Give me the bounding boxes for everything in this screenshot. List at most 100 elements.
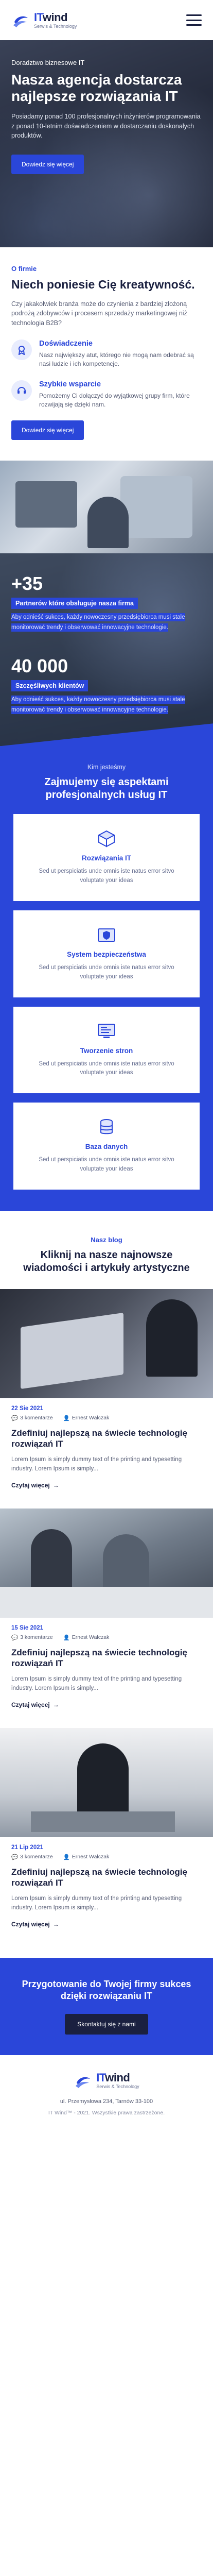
blog-post: 15 Sie 2021 💬 3 komentarze 👤 Ernest Walcza… <box>0 1508 213 1709</box>
stat-text: Aby odnieść sukces, każdy nowoczesny prz… <box>11 696 185 715</box>
read-more-link[interactable]: Czytaj więcej → <box>11 1921 59 1928</box>
service-card-text: Sed ut perspiciatis unde omnis iste natu… <box>39 1157 174 1172</box>
comments-count[interactable]: 💬 3 komentarze <box>11 1854 53 1860</box>
services-section: Kim jesteśmy Zajmujemy się aspektami pro… <box>0 746 213 1211</box>
service-card[interactable]: Tworzenie stron Sed ut perspiciatis unde… <box>13 1006 200 1094</box>
logo-name: ITwind <box>96 2071 130 2084</box>
hero-cta-button[interactable]: Dowiedz się więcej <box>11 154 84 174</box>
post-author[interactable]: 👤 Ernest Walczak <box>63 1415 110 1421</box>
about-cta-button[interactable]: Dowiedz się więcej <box>11 420 84 440</box>
user-icon: 👤 <box>63 1634 70 1641</box>
comments-count[interactable]: 💬 3 komentarze <box>11 1634 53 1641</box>
footer-logo[interactable]: ITwind Serwis & Technology <box>11 2072 202 2090</box>
feature-item: Doświadczenie Nasz największy atut, któr… <box>11 339 202 369</box>
stat-text: Aby odnieść sukces, każdy nowoczesny prz… <box>11 613 185 632</box>
hero-text: Posiadamy ponad 100 profesjonalnych inży… <box>11 113 201 139</box>
post-image[interactable] <box>0 1508 213 1618</box>
shield-icon <box>94 925 119 945</box>
hamburger-icon[interactable] <box>186 14 202 26</box>
blog-section: Nasz blog Kliknij na nasze najnowsze wia… <box>0 1211 213 1958</box>
comment-icon: 💬 <box>11 1634 19 1641</box>
hero-section: Doradztwo biznesowe IT Nasza agencja dos… <box>0 40 213 247</box>
office-photo <box>0 461 213 554</box>
comment-icon: 💬 <box>11 1854 19 1860</box>
cta-section: Przygotowanie do Twojej firmy sukces dzi… <box>0 1957 213 2055</box>
service-card-title: Tworzenie stron <box>80 1046 133 1055</box>
service-card-text: Sed ut perspiciatis unde omnis iste natu… <box>39 964 174 980</box>
stat-block: +35 Partnerów które obsługuje nasza firm… <box>11 573 202 633</box>
support-icon <box>11 380 32 401</box>
service-card-title: Baza danych <box>85 1143 128 1151</box>
feature-title: Szybkie wsparcie <box>39 380 101 388</box>
cube-icon <box>94 828 119 849</box>
user-icon: 👤 <box>63 1415 70 1421</box>
medal-icon <box>11 339 32 360</box>
stat-label: Partnerów które obsługuje nasza firma <box>11 598 138 609</box>
comments-count[interactable]: 💬 3 komentarze <box>11 1415 53 1421</box>
stat-number: +35 <box>11 573 43 595</box>
post-date: 22 Sie 2021 <box>11 1405 44 1412</box>
feature-text: Pomożemy Ci dołączyć do wyjątkowej grupy… <box>39 392 190 409</box>
blog-kicker: Nasz blog <box>91 1235 122 1244</box>
feature-text: Nasz największy atut, którego nie mogą n… <box>39 351 194 368</box>
stats-section: +35 Partnerów które obsługuje nasza firm… <box>0 553 213 747</box>
post-meta: 💬 3 komentarze 👤 Ernest Walczak <box>11 1415 202 1421</box>
about-title: Niech poniesie Cię kreatywność. <box>11 278 195 291</box>
logo[interactable]: ITwind Serwis & Technology <box>11 11 77 29</box>
services-kicker: Kim jesteśmy <box>87 764 126 771</box>
post-title[interactable]: Zdefiniuj najlepszą na świecie technolog… <box>11 1428 202 1450</box>
post-title[interactable]: Zdefiniuj najlepszą na świecie technolog… <box>11 1867 202 1889</box>
read-more-link[interactable]: Czytaj więcej → <box>11 1701 59 1708</box>
blog-post: 22 Sie 2021 💬 3 komentarze 👤 Ernest Walcza… <box>0 1289 213 1490</box>
stat-number: 40 000 <box>11 655 68 677</box>
post-image[interactable] <box>0 1727 213 1837</box>
service-card[interactable]: Baza danych Sed ut perspiciatis unde omn… <box>13 1103 200 1190</box>
cta-title: Przygotowanie do Twojej firmy sukces dzi… <box>22 1978 191 2002</box>
comment-icon: 💬 <box>11 1415 19 1421</box>
logo-icon <box>11 11 30 29</box>
post-meta: 💬 3 komentarze 👤 Ernest Walczak <box>11 1854 202 1860</box>
post-excerpt: Lorem Ipsum is simply dummy text of the … <box>11 1456 182 1472</box>
hero-kicker: Doradztwo biznesowe IT <box>11 59 85 66</box>
blog-title: Kliknij na nasze najnowsze wiadomości i … <box>23 1249 190 1274</box>
logo-name: ITwind <box>34 10 68 24</box>
service-card-title: System bezpieczeństwa <box>67 950 146 958</box>
hero-title: Nasza agencja dostarcza najlepsze rozwią… <box>11 72 182 105</box>
read-more-link[interactable]: Czytaj więcej → <box>11 1482 59 1489</box>
about-kicker: O firmie <box>11 265 37 273</box>
stat-label: Szczęśliwych klientów <box>11 680 88 692</box>
stat-block: 40 000 Szczęśliwych klientów Aby odnieść… <box>11 655 202 715</box>
feature-item: Szybkie wsparcie Pomożemy Ci dołączyć do… <box>11 380 202 410</box>
services-title: Zajmujemy się aspektami profesjonalnych … <box>44 776 169 801</box>
arrow-right-icon: → <box>52 1481 59 1489</box>
arrow-right-icon: → <box>52 1920 59 1928</box>
logo-icon <box>74 2072 92 2090</box>
about-section: O firmie Niech poniesie Cię kreatywność.… <box>0 247 213 461</box>
arrow-right-icon: → <box>52 1701 59 1708</box>
post-title[interactable]: Zdefiniuj najlepszą na świecie technolog… <box>11 1647 202 1669</box>
footer-copyright: IT Wind™ - 2021. Wszystkie prawa zastrze… <box>48 2109 165 2116</box>
service-card-text: Sed ut perspiciatis unde omnis iste natu… <box>39 868 174 884</box>
about-text: Czy jakakolwiek branża może do czynienia… <box>11 300 187 327</box>
monitor-icon <box>94 1021 119 1042</box>
database-icon <box>94 1117 119 1138</box>
post-image[interactable] <box>0 1289 213 1398</box>
service-card[interactable]: System bezpieczeństwa Sed ut perspiciati… <box>13 910 200 997</box>
post-date: 15 Sie 2021 <box>11 1624 44 1631</box>
feature-title: Doświadczenie <box>39 339 93 348</box>
post-date: 21 Lip 2021 <box>11 1844 44 1851</box>
site-footer: ITwind Serwis & Technology ul. Przemysło… <box>0 2055 213 2131</box>
contact-button[interactable]: Skontaktuj się z nami <box>65 2013 148 2035</box>
site-header: ITwind Serwis & Technology <box>0 0 213 40</box>
service-card-text: Sed ut perspiciatis unde omnis iste natu… <box>39 1060 174 1076</box>
logo-tagline: Serwis & Technology <box>96 2084 139 2090</box>
service-card-title: Rozwiązania IT <box>81 854 132 862</box>
post-author[interactable]: 👤 Ernest Walczak <box>63 1854 110 1860</box>
service-card[interactable]: Rozwiązania IT Sed ut perspiciatis unde … <box>13 814 200 901</box>
logo-tagline: Serwis & Technology <box>34 23 77 29</box>
user-icon: 👤 <box>63 1854 70 1860</box>
post-excerpt: Lorem Ipsum is simply dummy text of the … <box>11 1676 182 1691</box>
post-excerpt: Lorem Ipsum is simply dummy text of the … <box>11 1895 182 1911</box>
post-author[interactable]: 👤 Ernest Walczak <box>63 1634 110 1641</box>
footer-address: ul. Przemysłowa 234, Tarnów 33-100 <box>60 2098 153 2105</box>
